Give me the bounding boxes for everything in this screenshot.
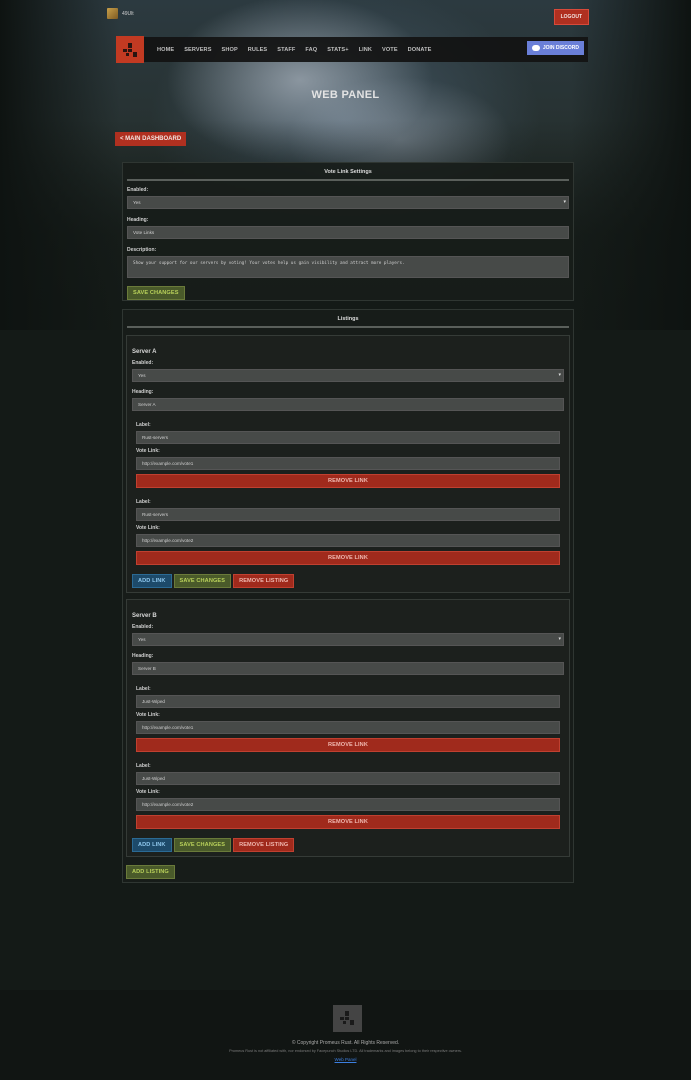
vote-link-input[interactable]: http://example.com/vote1 (136, 721, 560, 734)
nav-donate[interactable]: DONATE (408, 47, 432, 53)
join-discord-button[interactable]: JOIN DISCORD (526, 41, 584, 55)
username: 49Ult (122, 10, 134, 17)
nav-vote[interactable]: VOTE (382, 47, 398, 53)
vote-link-label: Vote Link: (136, 712, 160, 718)
listing-enabled-select[interactable]: Yes (132, 633, 564, 646)
right-shade (571, 0, 691, 330)
add-link-button[interactable]: ADD LINK (132, 838, 172, 852)
nav-stats[interactable]: STATS+ (327, 47, 348, 53)
link-label-input[interactable]: Rust-servers (136, 431, 560, 444)
nav-shop[interactable]: SHOP (222, 47, 238, 53)
nav-menu: HOME SERVERS SHOP RULES STAFF FAQ STATS+… (157, 47, 431, 53)
nav-faq[interactable]: FAQ (305, 47, 317, 53)
nav-rules[interactable]: RULES (248, 47, 267, 53)
footer-logo (333, 1005, 362, 1032)
save-changes-button[interactable]: SAVE CHANGES (127, 286, 185, 300)
listing-card: Server A Enabled: Yes Heading: Server A … (126, 335, 570, 593)
remove-listing-button[interactable]: REMOVE LISTING (233, 838, 295, 852)
rust-logo-icon (123, 42, 137, 57)
description-label: Description: (127, 247, 157, 253)
link-label-input[interactable]: Just-Wiped (136, 695, 560, 708)
nav-staff[interactable]: STAFF (277, 47, 295, 53)
vote-link-input[interactable]: http://example.com/vote2 (136, 534, 560, 547)
link-label-input[interactable]: Just-Wiped (136, 772, 560, 785)
link-group: Label: Rust-servers Vote Link: http://ex… (132, 499, 564, 565)
enabled-select[interactable]: Yes (127, 196, 569, 209)
label-label: Label: (136, 763, 151, 769)
user-info[interactable]: 49Ult (107, 8, 134, 19)
vote-link-label: Vote Link: (136, 525, 160, 531)
listing-heading-input[interactable]: Server A (132, 398, 564, 411)
left-shade (0, 0, 120, 330)
web-panel-link[interactable]: Web Panel (0, 1057, 691, 1062)
nav-link[interactable]: LINK (359, 47, 372, 53)
enabled-label: Enabled: (127, 187, 149, 193)
main-dashboard-button[interactable]: < MAIN DASHBOARD (115, 132, 187, 146)
add-listing-button[interactable]: ADD LISTING (126, 865, 175, 879)
link-group: Label: Just-Wiped Vote Link: http://exam… (132, 763, 564, 829)
nav-home[interactable]: HOME (157, 47, 174, 53)
page-title: WEB PANEL (311, 89, 380, 101)
heading-label: Heading: (132, 653, 154, 659)
remove-listing-button[interactable]: REMOVE LISTING (233, 574, 295, 588)
footer: © Copyright Promeus Rust. All Rights Res… (0, 990, 691, 1080)
logout-button[interactable]: LOGOUT (553, 9, 589, 25)
nav-servers[interactable]: SERVERS (184, 47, 211, 53)
listing-heading-input[interactable]: Server B (132, 662, 564, 675)
label-label: Label: (136, 686, 151, 692)
disclaimer-text: Promeus Rust is not affiliated with, nor… (229, 1049, 462, 1053)
remove-link-button[interactable]: REMOVE LINK (136, 551, 560, 565)
main-navbar: HOME SERVERS SHOP RULES STAFF FAQ STATS+… (116, 35, 588, 63)
remove-link-button[interactable]: REMOVE LINK (136, 474, 560, 488)
remove-link-button[interactable]: REMOVE LINK (136, 815, 560, 829)
link-group: Label: Rust-servers Vote Link: http://ex… (132, 422, 564, 488)
link-label-input[interactable]: Rust-servers (136, 508, 560, 521)
rust-logo-icon (340, 1011, 354, 1025)
join-discord-label: JOIN DISCORD (542, 45, 579, 51)
top-bar: 49Ult LOGOUT (107, 6, 589, 26)
listing-name: Server A (132, 349, 157, 355)
vote-link-input[interactable]: http://example.com/vote1 (136, 457, 560, 470)
heading-input[interactable]: Vote Links (127, 226, 569, 239)
discord-icon (531, 45, 540, 51)
vote-link-label: Vote Link: (136, 448, 160, 454)
settings-title: Vote Link Settings (127, 163, 569, 181)
remove-link-button[interactable]: REMOVE LINK (136, 738, 560, 752)
label-label: Label: (136, 422, 151, 428)
listings-title: Listings (127, 310, 569, 328)
save-changes-button[interactable]: SAVE CHANGES (173, 574, 232, 588)
listing-enabled-select[interactable]: Yes (132, 369, 564, 382)
vote-link-label: Vote Link: (136, 789, 160, 795)
link-group: Label: Just-Wiped Vote Link: http://exam… (132, 686, 564, 752)
vote-link-input[interactable]: http://example.com/vote2 (136, 798, 560, 811)
site-logo[interactable] (116, 35, 144, 63)
label-label: Label: (136, 499, 151, 505)
enabled-label: Enabled: (132, 360, 154, 366)
listing-name: Server B (132, 613, 157, 619)
add-link-button[interactable]: ADD LINK (132, 574, 172, 588)
heading-label: Heading: (132, 389, 154, 395)
avatar (107, 8, 118, 19)
copyright-text: © Copyright Promeus Rust. All Rights Res… (291, 1040, 400, 1046)
save-changes-button[interactable]: SAVE CHANGES (173, 838, 232, 852)
enabled-label: Enabled: (132, 624, 154, 630)
description-textarea[interactable]: Show your support for our servers by vot… (127, 256, 569, 278)
heading-label: Heading: (127, 217, 149, 223)
listing-card: Server B Enabled: Yes Heading: Server B … (126, 599, 570, 857)
vote-link-settings-panel: Vote Link Settings Enabled: Yes Heading:… (122, 162, 574, 301)
